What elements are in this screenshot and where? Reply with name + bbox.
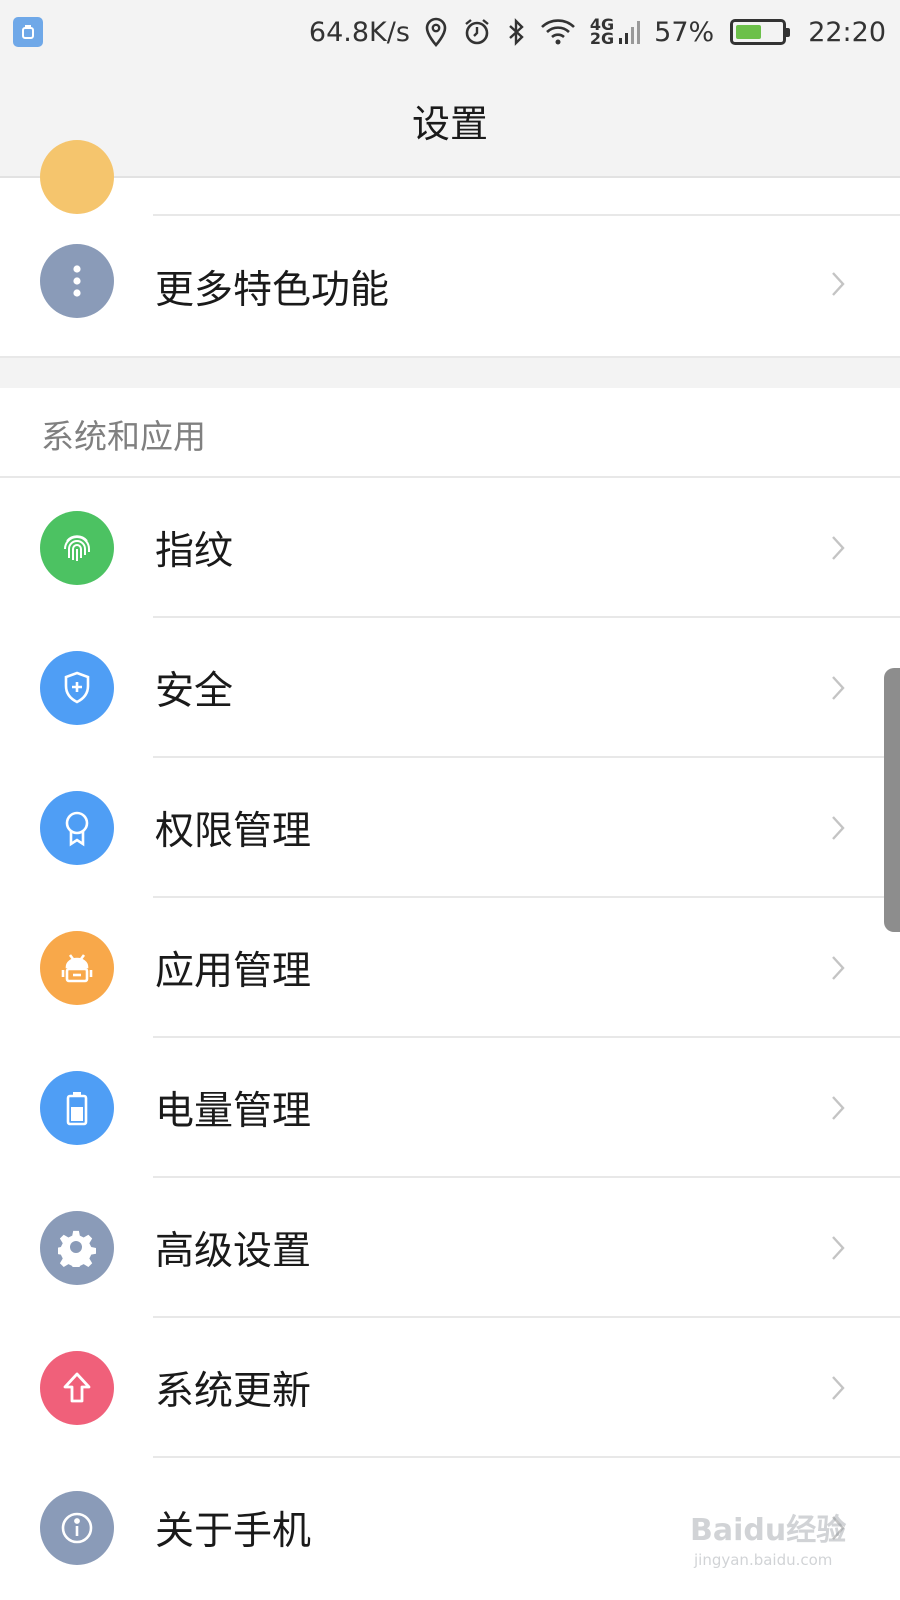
- settings-item-label: 权限管理: [155, 809, 312, 854]
- network-type: 4G 2G: [589, 17, 615, 48]
- badge-icon: [40, 791, 114, 865]
- location-icon: [424, 17, 448, 47]
- android-icon: [40, 931, 114, 1005]
- chevron-right-icon: [822, 1372, 854, 1404]
- settings-item-label: 应用管理: [155, 949, 312, 994]
- battery-fill: [736, 25, 762, 39]
- settings-item-label: 高级设置: [155, 1229, 312, 1274]
- watermark: Baidu经验 jingyan.baidu.com: [690, 1505, 890, 1585]
- chevron-right-icon: [822, 1232, 854, 1264]
- partial-item-icon: [40, 140, 114, 214]
- settings-item-more-features[interactable]: 更多特色功能: [0, 216, 900, 358]
- settings-item-fingerprint[interactable]: 指纹: [0, 478, 900, 618]
- settings-item-advanced[interactable]: 高级设置: [0, 1178, 900, 1318]
- shield-icon: [40, 651, 114, 725]
- chevron-right-icon: [822, 1092, 854, 1124]
- settings-item-app-management[interactable]: 应用管理: [0, 898, 900, 1038]
- info-icon: [40, 1491, 114, 1565]
- alarm-icon: [462, 17, 492, 47]
- battery-manage-icon: [40, 1071, 114, 1145]
- battery-percent: 57%: [654, 16, 715, 48]
- title-bar: 设置: [0, 64, 900, 178]
- settings-item-label: 关于手机: [155, 1509, 312, 1554]
- network-speed: 64.8K/s: [308, 16, 410, 48]
- settings-item-battery[interactable]: 电量管理: [0, 1038, 900, 1178]
- settings-item-system-update[interactable]: 系统更新: [0, 1318, 900, 1458]
- signal-icon: [618, 18, 641, 46]
- list-item-partial[interactable]: [0, 140, 900, 216]
- section-title: 系统和应用: [41, 417, 206, 456]
- settings-item-label: 电量管理: [155, 1089, 312, 1134]
- section-gap: [0, 358, 900, 388]
- settings-item-label: 系统更新: [155, 1369, 312, 1414]
- chevron-right-icon: [822, 268, 854, 300]
- upload-arrow-icon: [40, 1351, 114, 1425]
- settings-item-permissions[interactable]: 权限管理: [0, 758, 900, 898]
- fingerprint-icon: [40, 511, 114, 585]
- notification-app-icon: [13, 17, 43, 47]
- page-title: 设置: [411, 101, 488, 146]
- chevron-right-icon: [822, 952, 854, 984]
- clock: 22:20: [808, 16, 886, 48]
- status-bar: 64.8K/s 4G 2G 57% 22:20: [0, 0, 900, 64]
- watermark-url: jingyan.baidu.com: [694, 1551, 833, 1569]
- settings-item-label: 指纹: [155, 529, 234, 574]
- chevron-right-icon: [822, 672, 854, 704]
- watermark-brand: Baidu经验: [690, 1513, 847, 1548]
- scrollbar-handle[interactable]: [884, 668, 900, 932]
- battery-icon: [730, 19, 791, 45]
- settings-item-security[interactable]: 安全: [0, 618, 900, 758]
- chevron-right-icon: [822, 532, 854, 564]
- section-header-system: 系统和应用: [0, 388, 900, 478]
- settings-item-label: 更多特色功能: [155, 268, 390, 313]
- wifi-icon: [540, 18, 576, 46]
- network-type-bottom: 2G: [589, 29, 615, 48]
- settings-item-label: 安全: [155, 669, 234, 714]
- gear-icon: [40, 1211, 114, 1285]
- more-dots-icon: [40, 244, 114, 318]
- bluetooth-icon: [506, 17, 526, 47]
- chevron-right-icon: [822, 812, 854, 844]
